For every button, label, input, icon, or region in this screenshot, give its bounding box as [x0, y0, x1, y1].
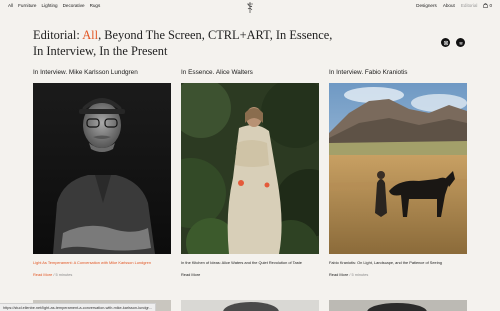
read-duration: / 5 minutes [53, 272, 73, 277]
read-duration: / 5 minutes [349, 272, 369, 277]
next-article-photo[interactable] [181, 299, 319, 311]
read-more-label[interactable]: Read More [33, 272, 52, 277]
article-caption[interactable]: Fabio Kraniotis: On Light, Landscape, an… [329, 260, 469, 265]
nav-lighting[interactable]: Lighting [42, 3, 58, 8]
cart-count: 0 [489, 3, 492, 8]
nav-decorative[interactable]: Decorative [63, 3, 85, 8]
heading-prefix: Editorial: [33, 28, 83, 42]
nav-all[interactable]: All [8, 3, 13, 8]
article-title[interactable]: In Essence. Alice Walters [181, 69, 319, 76]
cart-button[interactable]: 0 [483, 3, 492, 8]
article-title[interactable]: In Interview. Mike Karlsson Lundgren [33, 69, 171, 76]
spotify-icon[interactable] [456, 38, 465, 47]
top-bar: All Furniture Lighting Decorative Rugs D… [0, 0, 500, 14]
article-card[interactable]: In Essence. Alice Walters In the Kitchen… [181, 69, 319, 277]
nav-designers[interactable]: Designers [416, 3, 437, 8]
nav-about[interactable]: About [443, 3, 455, 8]
read-more-link[interactable]: Read More / 5 minutes [33, 272, 72, 277]
read-more-link[interactable]: Read More [181, 272, 200, 277]
article-photo-garden[interactable] [181, 83, 319, 254]
read-more-label[interactable]: Read More [181, 272, 200, 277]
article-card[interactable]: In Interview. Fabio Kraniotis Fabio Kran… [329, 69, 467, 277]
article-caption[interactable]: Light As Temperament: A Conversation wit… [33, 260, 173, 265]
link-status-bar: https://stud.ellenbe.net/light-as-temper… [0, 303, 156, 311]
article-card[interactable]: In Interview. Mike Karlsson Lundgren Lig… [33, 69, 171, 277]
category-nav: All Furniture Lighting Decorative Rugs [8, 3, 100, 8]
next-article-photo[interactable] [329, 299, 467, 311]
nav-furniture[interactable]: Furniture [18, 3, 36, 8]
instagram-icon[interactable] [441, 38, 450, 47]
bag-icon [483, 3, 488, 8]
article-title[interactable]: In Interview. Fabio Kraniotis [329, 69, 467, 76]
nav-editorial[interactable]: Editorial [461, 3, 478, 8]
brand-logo-icon[interactable] [245, 1, 255, 14]
read-more-label[interactable]: Read More [329, 272, 348, 277]
article-photo-landscape[interactable] [329, 83, 467, 254]
read-more-link[interactable]: Read More / 5 minutes [329, 272, 368, 277]
editorial-filter-heading: Editorial: All, Beyond The Screen, CTRL+… [33, 27, 333, 59]
nav-rugs[interactable]: Rugs [90, 3, 101, 8]
account-nav: Designers About Editorial 0 [416, 3, 492, 8]
article-photo-portrait[interactable] [33, 83, 171, 254]
filter-all-active[interactable]: All [82, 28, 98, 42]
article-caption[interactable]: In the Kitchen of Ideas: Alice Waters an… [181, 260, 321, 265]
